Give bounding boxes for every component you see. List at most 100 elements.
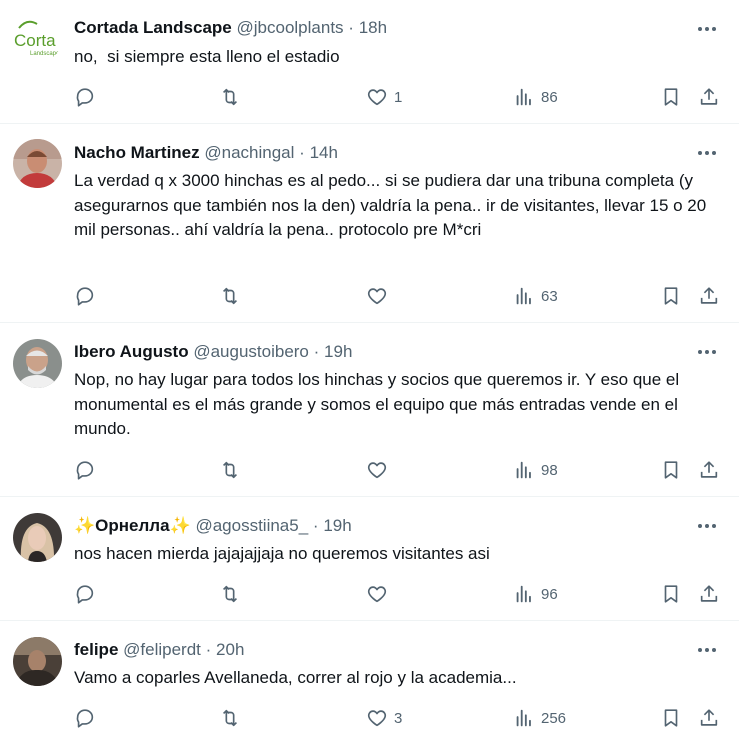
action-bar: 96 <box>74 581 720 607</box>
more-options-icon[interactable] <box>695 17 719 41</box>
reply-feed: Corta Landscape Cortada Landscape @jbcoo… <box>0 0 739 746</box>
analytics-icon <box>516 287 531 305</box>
share-icon <box>700 287 718 304</box>
timestamp[interactable]: 19h <box>324 342 352 361</box>
share-icon <box>700 709 718 726</box>
author-handle[interactable]: @augustoibero <box>193 342 309 361</box>
reply-button[interactable] <box>74 581 96 607</box>
share-icon <box>700 461 718 478</box>
retweet-button[interactable] <box>218 705 242 731</box>
action-bar: 1 86 <box>74 84 720 110</box>
avatar[interactable]: Corta Landscape <box>13 14 62 63</box>
views-button[interactable]: 98 <box>513 457 558 483</box>
more-options-icon[interactable] <box>695 638 719 662</box>
tweet[interactable]: felipe @feliperdt · 20h Vamo a coparles … <box>0 621 739 746</box>
tweet-header: Ibero Augusto @augustoibero · 19h <box>74 341 352 363</box>
tweet-header: Cortada Landscape @jbcoolplants · 18h <box>74 17 387 39</box>
separator-dot: · <box>313 342 320 361</box>
more-options-icon[interactable] <box>695 340 719 364</box>
views-button[interactable]: 86 <box>513 84 558 110</box>
reply-button[interactable] <box>74 705 96 731</box>
like-button[interactable] <box>366 457 394 483</box>
like-count: 3 <box>394 709 403 727</box>
views-button[interactable]: 256 <box>513 705 566 731</box>
bookmark-button[interactable] <box>660 581 682 607</box>
bookmark-icon <box>664 709 678 727</box>
tweet-text: nos hacen mierda jajajajjaja no queremos… <box>74 544 490 563</box>
more-options-icon[interactable] <box>695 141 719 165</box>
reply-icon <box>76 88 94 107</box>
like-button[interactable] <box>366 283 394 309</box>
reply-icon <box>76 287 94 306</box>
reply-button[interactable] <box>74 84 96 110</box>
avatar[interactable] <box>13 139 62 188</box>
like-button[interactable]: 1 <box>366 84 402 110</box>
share-button[interactable] <box>698 705 720 731</box>
heart-icon <box>367 586 387 603</box>
action-bar: 3 256 <box>74 705 720 731</box>
tweet-header: Nacho Martinez @nachingal · 14h <box>74 142 338 164</box>
bookmark-button[interactable] <box>660 84 682 110</box>
tweet[interactable]: ✨Орнелла✨ @agosstiina5_ · 19h nos hacen … <box>0 497 739 621</box>
reply-icon <box>76 585 94 604</box>
author-name[interactable]: ✨Орнелла✨ <box>74 516 191 535</box>
timestamp[interactable]: 14h <box>310 143 338 162</box>
more-options-icon[interactable] <box>695 514 719 538</box>
like-button[interactable]: 3 <box>366 705 402 731</box>
author-handle[interactable]: @nachingal <box>204 143 294 162</box>
bookmark-icon <box>664 585 678 603</box>
author-name[interactable]: Nacho Martinez <box>74 143 200 162</box>
reply-button[interactable] <box>74 457 96 483</box>
avatar-logo-word: Corta <box>14 31 56 50</box>
retweet-icon <box>222 88 238 106</box>
tweet-header: ✨Орнелла✨ @agosstiina5_ · 19h <box>74 515 352 537</box>
retweet-button[interactable] <box>218 457 242 483</box>
timestamp[interactable]: 19h <box>323 516 351 535</box>
avatar[interactable] <box>13 637 62 686</box>
author-handle[interactable]: @jbcoolplants <box>237 18 344 37</box>
retweet-icon <box>222 585 238 603</box>
view-count: 96 <box>541 585 558 603</box>
bookmark-button[interactable] <box>660 457 682 483</box>
bookmark-button[interactable] <box>660 283 682 309</box>
tweet[interactable]: Ibero Augusto @augustoibero · 19h Nop, n… <box>0 323 739 497</box>
share-button[interactable] <box>698 457 720 483</box>
author-name[interactable]: Ibero Augusto <box>74 342 189 361</box>
separator-dot: · <box>312 516 319 535</box>
reply-button[interactable] <box>74 283 96 309</box>
reply-icon <box>76 709 94 728</box>
retweet-icon <box>222 709 238 727</box>
avatar[interactable] <box>13 339 62 388</box>
separator-dot: · <box>205 640 212 659</box>
reply-icon <box>76 461 94 480</box>
bookmark-button[interactable] <box>660 705 682 731</box>
retweet-button[interactable] <box>218 581 242 607</box>
tweet-text: Nop, no hay lugar para todos los hinchas… <box>74 370 684 438</box>
like-button[interactable] <box>366 581 394 607</box>
retweet-button[interactable] <box>218 84 242 110</box>
retweet-icon <box>222 461 238 479</box>
author-name[interactable]: Cortada Landscape <box>74 18 232 37</box>
retweet-button[interactable] <box>218 283 242 309</box>
action-bar: 63 <box>74 283 720 309</box>
author-name[interactable]: felipe <box>74 640 118 659</box>
tweet[interactable]: Corta Landscape Cortada Landscape @jbcoo… <box>0 0 739 124</box>
heart-icon <box>367 710 387 727</box>
like-count: 1 <box>394 88 403 106</box>
share-button[interactable] <box>698 283 720 309</box>
share-button[interactable] <box>698 84 720 110</box>
analytics-icon <box>516 709 531 727</box>
bookmark-icon <box>664 461 678 479</box>
bookmark-icon <box>664 88 678 106</box>
avatar[interactable] <box>13 513 62 562</box>
heart-icon <box>367 288 387 305</box>
timestamp[interactable]: 20h <box>216 640 244 659</box>
tweet[interactable]: Nacho Martinez @nachingal · 14h La verda… <box>0 124 739 323</box>
timestamp[interactable]: 18h <box>359 18 387 37</box>
tweet-text: no, si siempre esta lleno el estadio <box>74 47 340 66</box>
share-button[interactable] <box>698 581 720 607</box>
views-button[interactable]: 63 <box>513 283 558 309</box>
views-button[interactable]: 96 <box>513 581 558 607</box>
author-handle[interactable]: @agosstiina5_ <box>195 516 308 535</box>
author-handle[interactable]: @feliperdt <box>123 640 201 659</box>
